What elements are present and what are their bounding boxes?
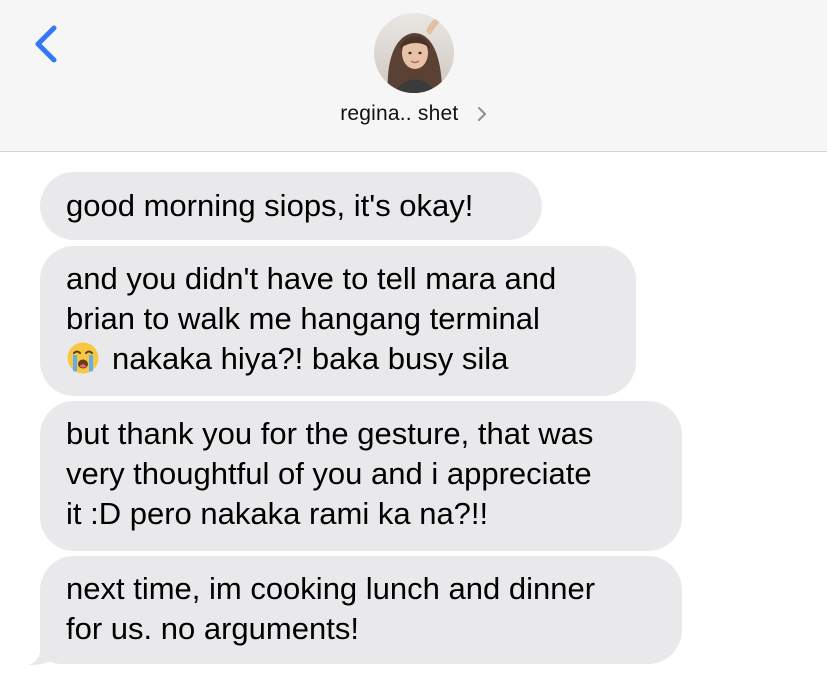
chevron-right-icon (477, 107, 486, 122)
contact-avatar[interactable] (374, 13, 454, 93)
message-line: brian to walk me hangang terminal (66, 301, 540, 336)
loudly-crying-face-icon (67, 342, 99, 374)
chevron-left-icon (35, 25, 57, 63)
message-bubble[interactable]: good morning siops, it's okay! (40, 172, 542, 240)
bubble-tail (28, 630, 60, 666)
message-line: and you didn't have to tell mara and (66, 261, 557, 296)
message-bubble[interactable]: and you didn't have to tell mara and bri… (40, 246, 636, 396)
message-line: good morning siops, it's okay! (66, 188, 474, 223)
message-bubble[interactable]: but thank you for the gesture, that was … (40, 401, 682, 551)
contact-info-button[interactable]: regina.. shet (0, 102, 827, 126)
message-text: nakaka hiya?! baka busy sila (112, 341, 509, 376)
message-line: next time, im cooking lunch and dinner (66, 571, 596, 606)
message-line-with-emoji: nakaka hiya?! baka busy sila (66, 339, 610, 379)
message-line: but thank you for the gesture, that was (66, 416, 594, 451)
message-line: for us. no arguments! (66, 611, 359, 646)
contact-name: regina.. shet (340, 102, 459, 125)
avatar-photo (374, 13, 454, 93)
message-line: very thoughtful of you and i appreciate (66, 456, 592, 491)
message-thread[interactable]: good morning siops, it's okay! and you d… (0, 152, 827, 688)
conversation-header: regina.. shet (0, 0, 827, 152)
back-button[interactable] (28, 20, 68, 70)
message-line: it :D pero nakaka rami ka na?!! (66, 496, 489, 531)
message-bubble[interactable]: next time, im cooking lunch and dinner f… (40, 556, 682, 664)
